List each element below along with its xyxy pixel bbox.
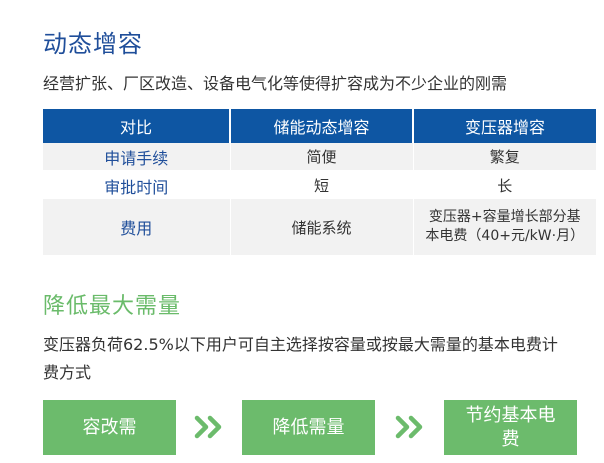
double-chevron-right-icon (395, 415, 423, 439)
cell-transformer-cost: 变压器+容量增长部分基 本电费（40+元/kW·月） (413, 199, 596, 255)
section-title-dynamic-capacity: 动态增容 (43, 30, 143, 58)
cell-transformer-procedure: 繁复 (413, 143, 596, 172)
comparison-table: 对比 储能动态增容 变压器增容 申请手续 简便 繁复 审批时间 短 长 费用 储… (43, 109, 596, 255)
double-chevron-right-icon (194, 415, 222, 439)
cell-transformer-cost-line1: 变压器+容量增长部分基 (428, 209, 581, 225)
table-row: 费用 储能系统 变压器+容量增长部分基 本电费（40+元/kW·月） (43, 199, 596, 255)
row-label-procedure: 申请手续 (43, 143, 231, 172)
header-storage-dynamic: 储能动态增容 (230, 109, 414, 143)
cell-storage-procedure: 简便 (230, 143, 414, 172)
section-subtitle-dynamic-capacity: 经营扩张、厂区改造、设备电气化等使得扩容成为不少企业的刚需 (43, 74, 508, 93)
table-header-row: 对比 储能动态增容 变压器增容 (43, 109, 596, 143)
flow-step-capacity-to-demand: 容改需 (43, 400, 176, 455)
table-row: 审批时间 短 长 (43, 171, 596, 199)
cell-transformer-approval-time: 长 (413, 171, 596, 199)
flow-step-save-basic-fee: 节约基本电 费 (444, 400, 577, 455)
flow-step-reduce-demand: 降低需量 (242, 400, 375, 455)
header-compare: 对比 (43, 109, 231, 143)
row-label-cost: 费用 (43, 199, 231, 255)
page: 动态增容 经营扩张、厂区改造、设备电气化等使得扩容成为不少企业的刚需 对比 储能… (0, 0, 604, 463)
flow-step3-line1: 节约基本电 (465, 404, 556, 426)
header-transformer: 变压器增容 (413, 109, 596, 143)
section-subtitle-max-demand: 变压器负荷62.5%以下用户可自主选择按容量或按最大需量的基本电费计 费方式 (43, 331, 604, 387)
cell-storage-cost: 储能系统 (230, 199, 414, 255)
table-row: 申请手续 简便 繁复 (43, 143, 596, 172)
section-title-max-demand: 降低最大需量 (43, 294, 182, 319)
row-label-approval-time: 审批时间 (43, 171, 231, 199)
flow-step3-line2: 费 (501, 428, 520, 450)
subtitle-line1: 变压器负荷62.5%以下用户可自主选择按容量或按最大需量的基本电费计 (43, 335, 558, 354)
cell-transformer-cost-line2: 本电费（40+元/kW·月） (425, 228, 585, 244)
subtitle-line2: 费方式 (43, 363, 92, 382)
cell-storage-approval-time: 短 (230, 171, 414, 199)
